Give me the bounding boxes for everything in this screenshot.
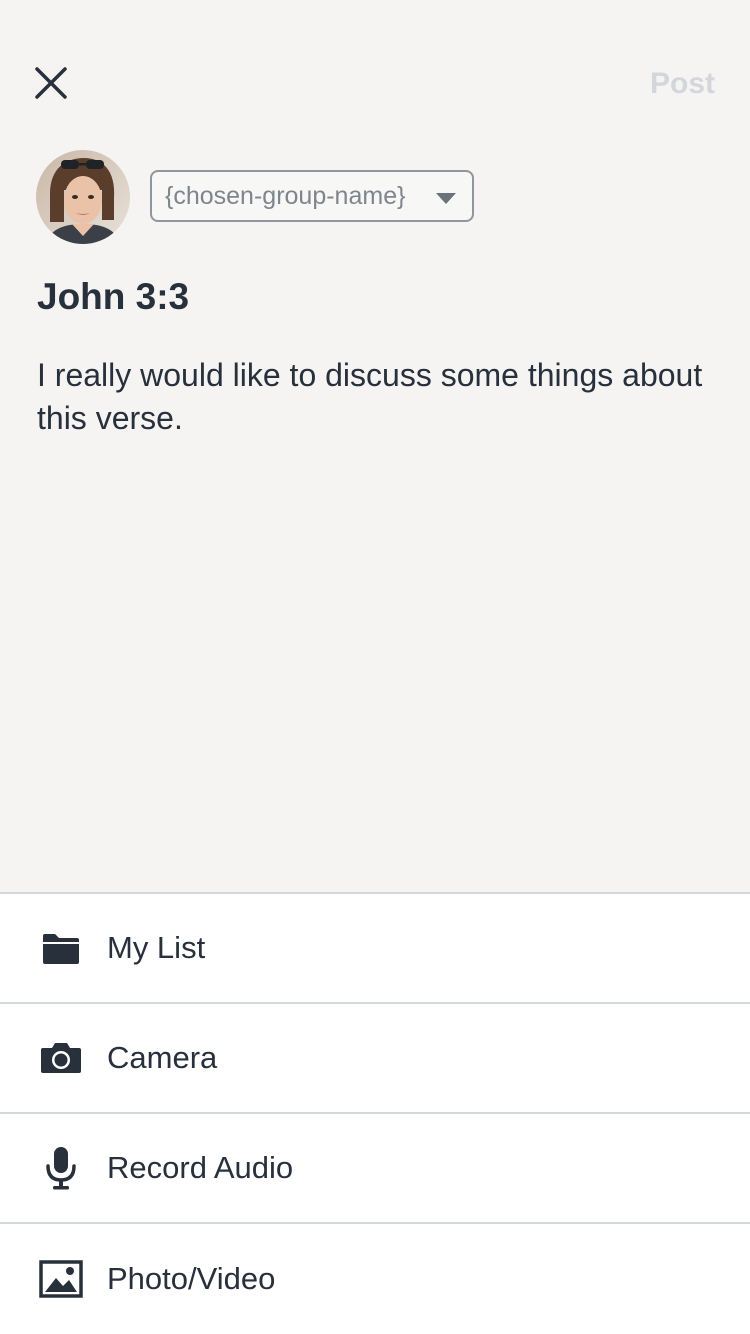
- close-button[interactable]: [30, 62, 72, 104]
- microphone-icon: [38, 1114, 84, 1222]
- action-label: My List: [107, 930, 206, 965]
- compose-area: Post {chosen-group-name} John 3:3 I real…: [0, 0, 750, 892]
- action-label: Camera: [107, 1040, 218, 1075]
- action-camera[interactable]: Camera: [0, 1004, 750, 1114]
- action-photo-video[interactable]: Photo/Video: [0, 1224, 750, 1334]
- action-record-audio[interactable]: Record Audio: [0, 1114, 750, 1224]
- action-label: Photo/Video: [107, 1261, 276, 1296]
- folder-icon: [38, 894, 84, 1002]
- group-select-label: {chosen-group-name}: [165, 181, 406, 210]
- chevron-down-icon: [436, 193, 456, 204]
- image-icon: [38, 1224, 84, 1334]
- attachment-action-list: My List Camera Record Audio Photo/Video: [0, 892, 750, 1334]
- camera-icon: [38, 1004, 84, 1112]
- post-button[interactable]: Post: [650, 62, 715, 106]
- verse-reference: John 3:3: [37, 276, 190, 317]
- post-body-input[interactable]: I really would like to discuss some thin…: [37, 354, 717, 440]
- group-select-dropdown[interactable]: {chosen-group-name}: [150, 170, 474, 222]
- action-my-list[interactable]: My List: [0, 894, 750, 1004]
- close-icon: [35, 67, 67, 99]
- action-label: Record Audio: [107, 1150, 294, 1185]
- avatar: [36, 150, 130, 244]
